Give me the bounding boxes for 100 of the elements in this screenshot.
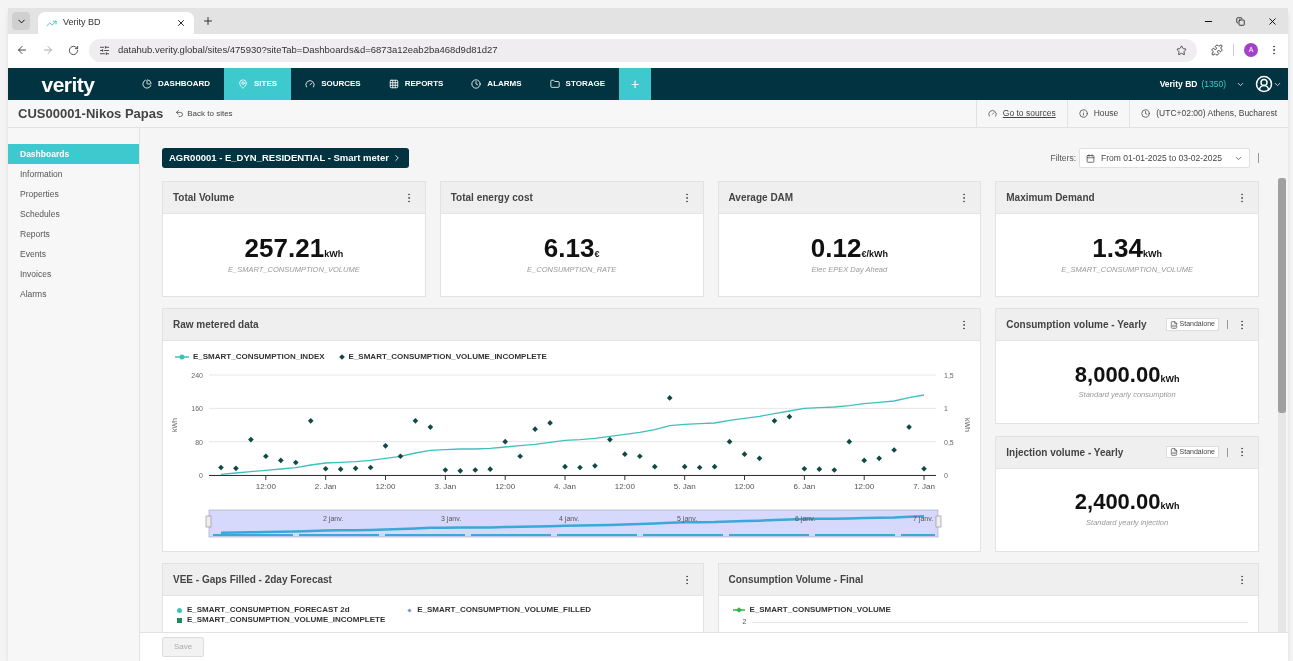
axis-tick-label: 12:00 xyxy=(614,482,635,491)
data-point xyxy=(756,455,763,462)
legend-line-icon xyxy=(175,353,189,360)
axis-tick-label: 5. Jan xyxy=(673,482,696,491)
close-icon[interactable] xyxy=(176,18,186,28)
back-icon[interactable] xyxy=(16,44,28,56)
account-selector[interactable]: Verity BD (1350) xyxy=(1159,77,1245,91)
nav-icon xyxy=(238,79,248,89)
close-icon[interactable] xyxy=(1267,15,1278,27)
extensions-icon[interactable] xyxy=(1211,44,1223,56)
sidebar-item[interactable]: Information xyxy=(8,164,139,184)
date-range-dropdown[interactable]: From 01-01-2025 to 03-02-2025 xyxy=(1079,148,1250,168)
sidebar-item[interactable]: Invoices xyxy=(8,264,139,284)
data-point xyxy=(771,418,778,424)
nav-tab[interactable]: ALARMS xyxy=(457,68,536,100)
data-point xyxy=(263,453,269,460)
data-point xyxy=(906,424,912,430)
user-avatar-icon[interactable] xyxy=(1255,75,1273,93)
axis-tick-label: 12:00 xyxy=(854,482,875,491)
sidebar-item[interactable]: Reports xyxy=(8,224,139,244)
nav-tab[interactable]: DASHBOARD xyxy=(128,68,224,100)
site-settings-icon[interactable] xyxy=(99,44,110,56)
data-point xyxy=(801,465,808,472)
data-point xyxy=(337,466,344,472)
sidebar-item[interactable]: Schedules xyxy=(8,204,139,224)
nav-icon xyxy=(549,79,560,89)
reload-icon[interactable] xyxy=(68,44,79,56)
address-bar[interactable]: datahub.verity.global/sites/475930?siteTab=Dashboards&d=6873a12eab2ba468d9d81d27 xyxy=(89,38,1197,62)
data-point xyxy=(711,463,718,470)
data-point xyxy=(816,466,823,472)
legend-label[interactable]: E_SMART_CONSUMPTION_VOLUME_FILLED xyxy=(417,604,592,616)
card-title: Average DAM xyxy=(728,191,795,205)
data-point xyxy=(741,451,748,457)
axis-tick-label: 4. Jan xyxy=(554,482,576,491)
card-title: Total energy cost xyxy=(450,191,534,205)
legend-label[interactable]: E_SMART_CONSUMPTION_VOLUME_INCOMPLETE xyxy=(348,350,547,363)
data-point xyxy=(307,418,314,424)
sidebar-item[interactable]: Properties xyxy=(8,184,139,204)
axis-tick-label: 12:00 xyxy=(734,482,755,491)
header-label: (UTC+02:00) Athens, Bucharest xyxy=(1156,107,1277,120)
kpi-value: 6.13 xyxy=(543,234,595,261)
bookmark-icon[interactable] xyxy=(1176,44,1187,56)
sidebar-item[interactable]: Events xyxy=(8,244,139,264)
data-point xyxy=(651,463,658,470)
header-label: House xyxy=(1093,107,1119,120)
logo[interactable]: verity xyxy=(41,73,95,95)
data-point xyxy=(277,457,284,464)
clock-icon xyxy=(1141,109,1151,118)
data-point xyxy=(577,464,583,471)
data-point xyxy=(457,468,464,474)
kpi-unit: kWh xyxy=(324,248,344,261)
data-point xyxy=(607,436,613,443)
legend-label[interactable]: E_SMART_CONSUMPTION_VOLUME_INCOMPLETE xyxy=(187,614,386,626)
data-point xyxy=(562,463,568,470)
scrollbar-thumb[interactable] xyxy=(1278,178,1286,413)
legend-label[interactable]: E_SMART_CONSUMPTION_VOLUME xyxy=(749,604,891,616)
data-point xyxy=(352,465,359,472)
back-link[interactable]: Back to sites xyxy=(175,107,233,120)
data-point xyxy=(921,465,927,472)
data-point xyxy=(666,395,673,401)
data-point xyxy=(726,438,733,445)
data-point xyxy=(831,467,838,473)
data-point xyxy=(681,463,688,470)
new-tab-icon[interactable] xyxy=(202,15,214,27)
axis-tick-label: 7. Jan xyxy=(913,482,935,491)
kpi-value: 257.21 xyxy=(244,234,325,261)
sources-link[interactable]: Go to sources xyxy=(1002,107,1056,120)
chevron-icon xyxy=(392,153,402,163)
data-point xyxy=(397,453,404,460)
filters-label: Filters: xyxy=(1050,151,1077,165)
axis-tick-label: 12:00 xyxy=(375,482,396,491)
card-title: Maximum Demand xyxy=(1006,191,1096,205)
data-point xyxy=(472,467,479,473)
nav-tab[interactable]: REPORTS xyxy=(374,68,458,100)
card-title: Raw metered data xyxy=(173,318,260,332)
browser-tab[interactable]: Verity BD xyxy=(38,12,194,34)
meter-selector[interactable]: AGR00001 - E_DYN_RESIDENTIAL - Smart meter xyxy=(162,148,409,168)
legend-label[interactable]: E_SMART_CONSUMPTION_FORECAST 2d xyxy=(187,604,350,616)
axis-tick-label: 12:00 xyxy=(495,482,516,491)
data-point xyxy=(322,465,329,472)
nav-icon xyxy=(388,79,399,89)
kpi-value: 1.34 xyxy=(1092,234,1143,261)
restore-icon[interactable] xyxy=(1236,16,1245,26)
nav-tab[interactable]: SOURCES xyxy=(291,68,375,100)
return-icon xyxy=(175,109,185,118)
card-title: Injection volume - Yearly xyxy=(1006,445,1125,460)
card-title: Consumption volume - Yearly xyxy=(1006,318,1148,332)
data-point xyxy=(233,465,239,472)
sidebar-item[interactable]: Alarms xyxy=(8,284,139,304)
sheet-icon xyxy=(1169,320,1178,329)
card-title: Consumption Volume - Final xyxy=(728,573,865,587)
axis-tick-label: 6. Jan xyxy=(793,482,816,491)
legend-diamond-icon xyxy=(338,353,345,360)
nav-tab[interactable]: STORAGE xyxy=(535,68,619,100)
card-title: Total Volume xyxy=(173,191,236,205)
tab-search-button[interactable] xyxy=(12,12,30,30)
kpi-value: 8,000.00 xyxy=(1074,363,1161,386)
legend-label[interactable]: E_SMART_CONSUMPTION_INDEX xyxy=(193,350,325,363)
data-point xyxy=(487,466,494,472)
data-point xyxy=(517,453,523,460)
